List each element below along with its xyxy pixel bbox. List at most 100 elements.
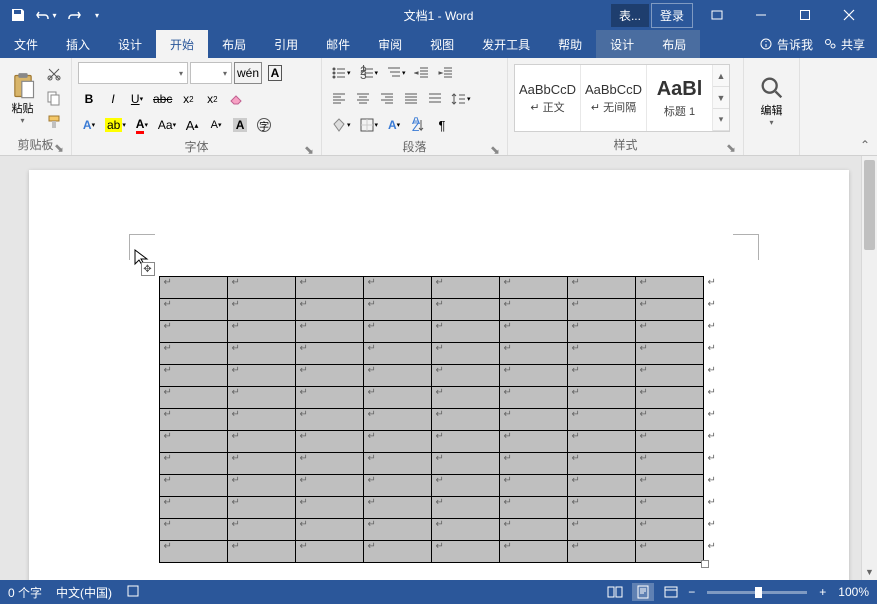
tab-design[interactable]: 设计 bbox=[104, 30, 156, 58]
table-cell[interactable]: ↵ bbox=[159, 299, 227, 321]
align-center-icon[interactable] bbox=[352, 88, 374, 110]
tab-home[interactable]: 开始 bbox=[156, 30, 208, 58]
table-cell[interactable]: ↵ bbox=[431, 453, 499, 475]
maximize-icon[interactable] bbox=[783, 0, 827, 30]
table-cell[interactable]: ↵ bbox=[363, 475, 431, 497]
table-cell[interactable]: ↵ bbox=[227, 343, 295, 365]
table-cell[interactable]: ↵ bbox=[295, 409, 363, 431]
decrease-indent-icon[interactable] bbox=[411, 62, 433, 84]
vertical-scrollbar[interactable]: ▲ ▼ bbox=[861, 156, 877, 580]
table-cell[interactable]: ↵ bbox=[567, 343, 635, 365]
highlight-icon[interactable]: ab▾ bbox=[102, 114, 129, 136]
table-cell[interactable]: ↵ bbox=[703, 387, 720, 409]
table-cell[interactable]: ↵ bbox=[295, 541, 363, 563]
table-cell[interactable]: ↵ bbox=[295, 343, 363, 365]
table-cell[interactable]: ↵ bbox=[499, 299, 567, 321]
table-cell[interactable]: ↵ bbox=[635, 409, 703, 431]
table-cell[interactable]: ↵ bbox=[499, 387, 567, 409]
table-cell[interactable]: ↵ bbox=[431, 497, 499, 519]
table-cell[interactable]: ↵ bbox=[431, 431, 499, 453]
table-cell[interactable]: ↵ bbox=[499, 365, 567, 387]
table-cell[interactable]: ↵ bbox=[703, 453, 720, 475]
table-cell[interactable]: ↵ bbox=[159, 497, 227, 519]
tab-mailings[interactable]: 邮件 bbox=[312, 30, 364, 58]
table-cell[interactable]: ↵ bbox=[159, 277, 227, 299]
zoom-level[interactable]: 100% bbox=[838, 585, 869, 599]
gallery-up-icon[interactable]: ▲ bbox=[713, 65, 729, 87]
font-launcher-icon[interactable]: ⬊ bbox=[303, 143, 315, 155]
table-cell[interactable]: ↵ bbox=[227, 453, 295, 475]
document-table[interactable]: ↵↵↵↵↵↵↵↵↵↵↵↵↵↵↵↵↵↵↵↵↵↵↵↵↵↵↵↵↵↵↵↵↵↵↵↵↵↵↵↵… bbox=[159, 276, 721, 563]
tell-me-button[interactable]: 告诉我 bbox=[759, 36, 813, 53]
collapse-ribbon-icon[interactable]: ⌃ bbox=[857, 137, 873, 153]
line-spacing-icon[interactable]: ▾ bbox=[448, 88, 474, 110]
shading-icon[interactable]: ▾ bbox=[328, 114, 354, 136]
table-cell[interactable]: ↵ bbox=[431, 475, 499, 497]
styles-gallery[interactable]: AaBbCcD↵ 正文 AaBbCcD↵ 无间隔 AaBl标题 1 ▲▼▾ bbox=[514, 64, 730, 132]
styles-launcher-icon[interactable]: ⬊ bbox=[725, 141, 737, 153]
table-cell[interactable]: ↵ bbox=[227, 277, 295, 299]
table-cell[interactable]: ↵ bbox=[159, 475, 227, 497]
subscript-button[interactable]: x2 bbox=[177, 88, 199, 110]
table-cell[interactable]: ↵ bbox=[295, 453, 363, 475]
table-cell[interactable]: ↵ bbox=[295, 365, 363, 387]
table-cell[interactable]: ↵ bbox=[159, 343, 227, 365]
accessibility-icon[interactable] bbox=[126, 584, 140, 601]
tab-layout[interactable]: 布局 bbox=[208, 30, 260, 58]
table-cell[interactable]: ↵ bbox=[567, 321, 635, 343]
table-cell[interactable]: ↵ bbox=[703, 321, 720, 343]
table-cell[interactable]: ↵ bbox=[363, 519, 431, 541]
table-cell[interactable]: ↵ bbox=[635, 321, 703, 343]
table-cell[interactable]: ↵ bbox=[635, 387, 703, 409]
table-cell[interactable]: ↵ bbox=[431, 541, 499, 563]
italic-button[interactable]: I bbox=[102, 88, 124, 110]
borders-icon[interactable]: ▾ bbox=[356, 114, 382, 136]
table-cell[interactable]: ↵ bbox=[431, 343, 499, 365]
align-right-icon[interactable] bbox=[376, 88, 398, 110]
table-cell[interactable]: ↵ bbox=[295, 519, 363, 541]
align-justify-icon[interactable] bbox=[400, 88, 422, 110]
table-cell[interactable]: ↵ bbox=[499, 277, 567, 299]
table-cell[interactable]: ↵ bbox=[635, 541, 703, 563]
table-cell[interactable]: ↵ bbox=[295, 475, 363, 497]
table-cell[interactable]: ↵ bbox=[703, 299, 720, 321]
table-cell[interactable]: ↵ bbox=[159, 519, 227, 541]
table-cell[interactable]: ↵ bbox=[635, 365, 703, 387]
show-marks-icon[interactable]: ¶ bbox=[431, 114, 453, 136]
minimize-icon[interactable] bbox=[739, 0, 783, 30]
redo-icon[interactable] bbox=[62, 3, 86, 27]
table-cell[interactable]: ↵ bbox=[363, 277, 431, 299]
table-cell[interactable]: ↵ bbox=[159, 321, 227, 343]
table-cell[interactable]: ↵ bbox=[295, 299, 363, 321]
save-icon[interactable] bbox=[6, 3, 30, 27]
table-cell[interactable]: ↵ bbox=[363, 431, 431, 453]
editing-button[interactable]: 编辑 ▾ bbox=[750, 67, 793, 135]
zoom-slider[interactable] bbox=[707, 591, 807, 594]
text-effects-icon[interactable]: A▾ bbox=[78, 114, 100, 136]
format-painter-icon[interactable] bbox=[43, 111, 65, 133]
tab-insert[interactable]: 插入 bbox=[52, 30, 104, 58]
table-cell[interactable]: ↵ bbox=[703, 519, 720, 541]
table-cell[interactable]: ↵ bbox=[159, 387, 227, 409]
table-cell[interactable]: ↵ bbox=[567, 497, 635, 519]
align-left-icon[interactable] bbox=[328, 88, 350, 110]
align-distribute-icon[interactable] bbox=[424, 88, 446, 110]
table-cell[interactable]: ↵ bbox=[431, 299, 499, 321]
table-cell[interactable]: ↵ bbox=[159, 365, 227, 387]
ribbon-display-icon[interactable] bbox=[695, 0, 739, 30]
shrink-font-icon[interactable]: A▾ bbox=[205, 114, 227, 136]
table-cell[interactable]: ↵ bbox=[363, 387, 431, 409]
language-status[interactable]: 中文(中国) bbox=[56, 584, 112, 601]
table-cell[interactable]: ↵ bbox=[499, 453, 567, 475]
paste-button[interactable]: 粘贴 ▾ bbox=[6, 64, 39, 132]
table-cell[interactable]: ↵ bbox=[499, 321, 567, 343]
bullets-icon[interactable]: ▾ bbox=[328, 62, 354, 84]
table-cell[interactable]: ↵ bbox=[227, 365, 295, 387]
style-nospacing[interactable]: AaBbCcD↵ 无间隔 bbox=[581, 65, 647, 131]
font-name-combo[interactable]: ▾ bbox=[78, 62, 188, 84]
table-cell[interactable]: ↵ bbox=[703, 431, 720, 453]
table-cell[interactable]: ↵ bbox=[295, 431, 363, 453]
table-cell[interactable]: ↵ bbox=[363, 343, 431, 365]
table-cell[interactable]: ↵ bbox=[431, 387, 499, 409]
table-cell[interactable]: ↵ bbox=[431, 365, 499, 387]
